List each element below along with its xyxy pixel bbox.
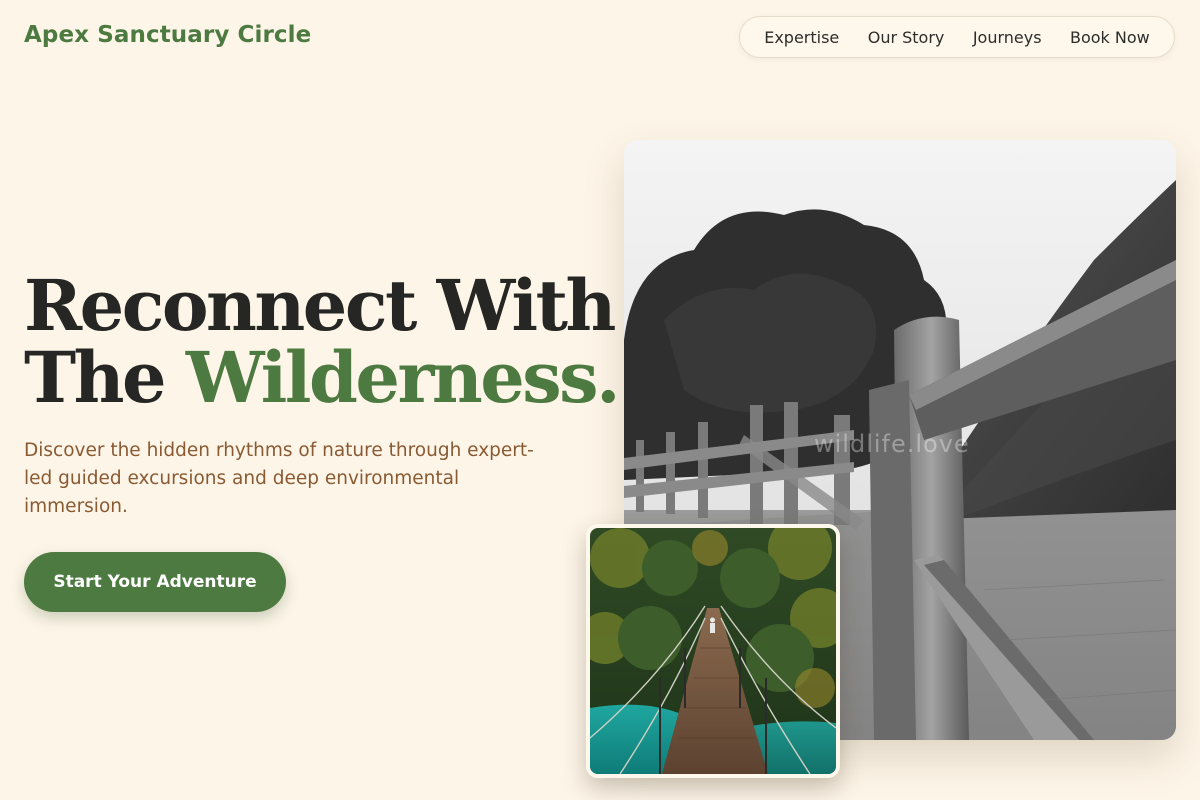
suspension-bridge-image (590, 528, 836, 774)
nav-item-our-story[interactable]: Our Story (868, 28, 945, 47)
brand-logo[interactable]: Apex Sanctuary Circle (24, 22, 311, 48)
start-adventure-button[interactable]: Start Your Adventure (24, 552, 286, 612)
inset-bridge-photo (586, 524, 840, 778)
hero-headline: Reconnect With The Wilderness. (24, 270, 620, 414)
nav-item-expertise[interactable]: Expertise (764, 28, 839, 47)
headline-accent: Wilderness. (185, 336, 621, 419)
hero-subtext: Discover the hidden rhythms of nature th… (24, 440, 534, 517)
headline-line-2-plain: The (24, 336, 186, 419)
headline-line-1: Reconnect With (24, 264, 616, 347)
main-nav: Expertise Our Story Journeys Book Now (739, 16, 1175, 58)
nav-item-book-now[interactable]: Book Now (1070, 28, 1150, 47)
nav-item-journeys[interactable]: Journeys (973, 28, 1042, 47)
photo-watermark: wildlife.love (814, 430, 970, 458)
